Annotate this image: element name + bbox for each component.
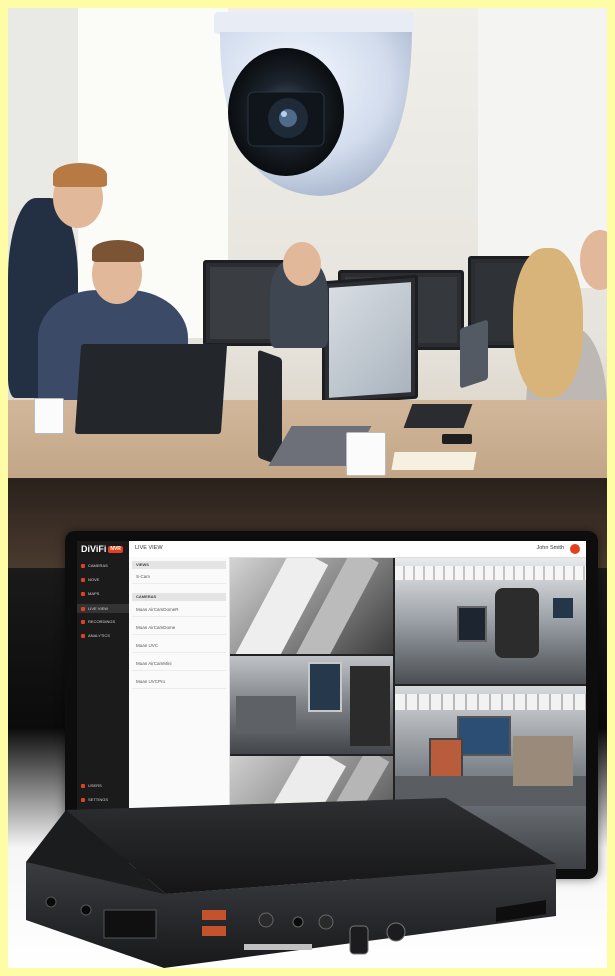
camera-list-item[interactable]: Muan AirCamDome	[132, 621, 226, 635]
views-header: VIEWS	[132, 561, 226, 569]
breadcrumb: LIVE VIEW	[135, 545, 163, 551]
nvr-mini-pc	[26, 798, 556, 968]
phone	[442, 434, 472, 444]
notebook	[391, 452, 477, 470]
camera-list-item[interactable]: Muan AirCamMini	[132, 657, 226, 671]
camera-feed-tile[interactable]	[230, 656, 393, 754]
mug	[34, 398, 64, 434]
card-slot-port	[103, 909, 157, 939]
keyboard	[403, 404, 473, 428]
live-view-icon	[81, 606, 85, 611]
recordings-icon	[81, 619, 85, 624]
laptop	[460, 319, 488, 389]
eject-button[interactable]	[349, 925, 369, 955]
analytics-icon	[81, 633, 85, 638]
camera-list-item[interactable]: Muan UVCPro	[132, 675, 226, 689]
app-logo[interactable]: DiViFi NVR	[77, 541, 129, 557]
avatar[interactable]	[570, 544, 580, 554]
monitor	[322, 274, 418, 406]
sidebar-item-analytics[interactable]: ANALYTICS	[81, 633, 110, 638]
usb-port	[202, 910, 226, 920]
users-icon	[81, 783, 85, 788]
camera-icon	[81, 563, 85, 568]
product-collage: DiViFi NVR LIVE VIEW John Smith CAMERAS N…	[8, 8, 607, 968]
camera-list-item[interactable]: Muan UVC	[132, 639, 226, 653]
power-button-icon[interactable]	[386, 922, 406, 942]
user-name[interactable]: John Smith	[536, 545, 564, 551]
laptop	[74, 344, 228, 434]
dome-camera-icon	[214, 12, 414, 196]
sidebar-item-recordings[interactable]: RECORDINGS	[81, 619, 115, 624]
nove-icon	[81, 577, 85, 582]
sidebar-item-nove[interactable]: NOVE	[81, 577, 99, 582]
sidebar-item-live-view[interactable]: LIVE VIEW	[77, 604, 129, 613]
camera-feed-tile[interactable]	[230, 558, 393, 654]
map-icon	[81, 591, 85, 596]
sidebar-item-cameras[interactable]: CAMERAS	[81, 563, 108, 568]
camera-feed-tile[interactable]	[395, 558, 586, 684]
camera-list-item[interactable]: Muan AirCamDomeR	[132, 603, 226, 617]
usb-port	[202, 926, 226, 936]
sidebar-item-users[interactable]: USERS	[81, 783, 102, 788]
top-bar: DiViFi NVR LIVE VIEW John Smith	[77, 541, 586, 558]
sidebar-item-maps[interactable]: MAPS	[81, 591, 99, 596]
cameras-header: CAMERAS	[132, 593, 226, 601]
view-item[interactable]: S-Cam	[132, 570, 226, 584]
mug	[346, 432, 386, 476]
